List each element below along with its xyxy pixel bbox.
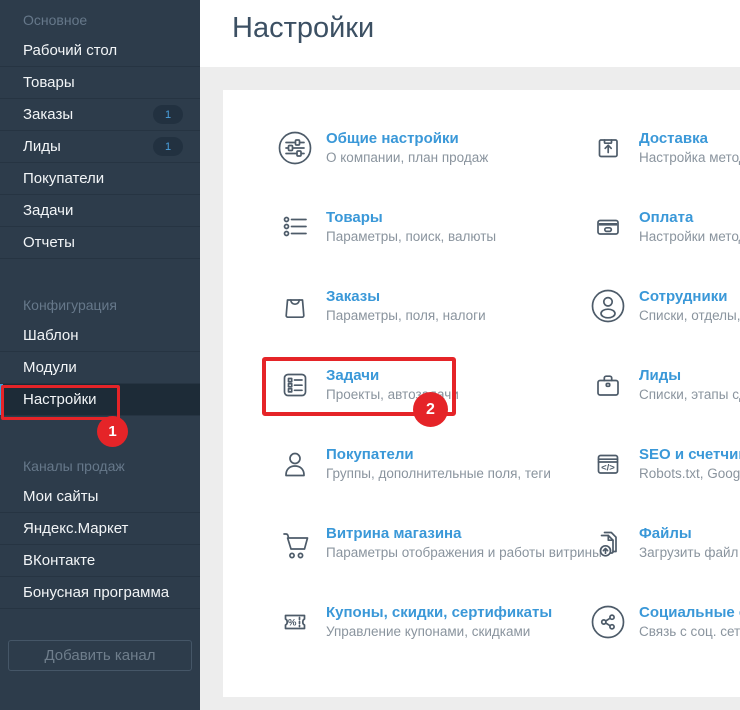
settings-item-subtitle: Настройки методов	[639, 229, 740, 244]
file-upload-icon	[590, 525, 626, 561]
sidebar-section-items: Мои сайты Яндекс.Маркет ВКонтакте Бонусн…	[0, 481, 200, 609]
briefcase-icon	[590, 367, 626, 403]
settings-item-title[interactable]: Доставка	[639, 130, 740, 147]
settings-item-title[interactable]: Общие настройки	[326, 130, 488, 147]
sidebar-item[interactable]: Яндекс.Маркет	[0, 513, 200, 545]
settings-item-title[interactable]: Витрина магазина	[326, 525, 602, 542]
delivery-box-icon	[590, 130, 626, 166]
credit-card-icon	[590, 209, 626, 245]
sidebar-item-label: Отчеты	[23, 234, 200, 251]
settings-item[interactable]: Лиды Списки, этапы сделк	[590, 345, 740, 424]
settings-item-subtitle: Параметры, поля, налоги	[326, 308, 486, 323]
sidebar-item-label: Заказы	[23, 106, 153, 123]
sidebar-item-label: Товары	[23, 74, 200, 91]
sidebar-item-label: Задачи	[23, 202, 200, 219]
settings-item-subtitle: Списки, этапы сделк	[639, 387, 740, 402]
settings-item[interactable]: Файлы Загрузить файл в ко	[590, 503, 740, 582]
settings-item-subtitle: О компании, план продаж	[326, 150, 488, 165]
sidebar-item[interactable]: Шаблон	[0, 320, 200, 352]
settings-item-subtitle: Связь с соц. сетями	[639, 624, 740, 639]
coupon-icon: %	[277, 604, 313, 640]
settings-item[interactable]: Доставка Настройка методов	[590, 108, 740, 187]
sidebar-item-label: Яндекс.Маркет	[23, 520, 200, 537]
settings-item-title[interactable]: Оплата	[639, 209, 740, 226]
sidebar-item[interactable]: Бонусная программа	[0, 577, 200, 609]
cart-icon	[277, 525, 313, 561]
sidebar-item[interactable]: Мои сайты	[0, 481, 200, 513]
bag-icon	[277, 288, 313, 324]
sidebar-item[interactable]: Модули	[0, 352, 200, 384]
sidebar-item[interactable]: Покупатели	[0, 163, 200, 195]
settings-item-subtitle: Настройка методов	[639, 150, 740, 165]
settings-item-title[interactable]: Лиды	[639, 367, 740, 384]
settings-item-title[interactable]: Купоны, скидки, сертификаты	[326, 604, 552, 621]
code-window-icon: </>	[590, 446, 626, 482]
sidebar-item-label: Модули	[23, 359, 200, 376]
sidebar-item-label: Бонусная программа	[23, 584, 200, 601]
sidebar-item[interactable]: Лиды 1	[0, 131, 200, 163]
sidebar-item-label: Мои сайты	[23, 488, 200, 505]
settings-item-title[interactable]: Файлы	[639, 525, 740, 542]
annotation-box-1	[1, 385, 120, 420]
sidebar-item[interactable]: Задачи	[0, 195, 200, 227]
share-icon	[590, 604, 626, 640]
sidebar-section-header: Конфигурация	[0, 289, 200, 320]
svg-text:</>: </>	[601, 462, 615, 473]
sidebar-item-label: Покупатели	[23, 170, 200, 187]
person-circle-icon	[590, 288, 626, 324]
page-title: Настройки	[232, 12, 374, 45]
svg-text:%: %	[288, 617, 297, 628]
settings-item-subtitle: Списки, отделы, рол	[639, 308, 740, 323]
settings-item[interactable]: % Купоны, скидки, сертификаты Управление…	[277, 582, 590, 661]
settings-item-title[interactable]: Покупатели	[326, 446, 551, 463]
settings-item-title[interactable]: SEO и счетчики	[639, 446, 740, 463]
add-channel-button[interactable]: Добавить канал	[8, 640, 192, 671]
settings-item-subtitle: Загрузить файл в ко	[639, 545, 740, 560]
settings-item[interactable]: </> SEO и счетчики Robots.txt, Google A	[590, 424, 740, 503]
settings-item-subtitle: Группы, дополнительные поля, теги	[326, 466, 551, 481]
settings-item[interactable]: Оплата Настройки методов	[590, 187, 740, 266]
annotation-step-2: 2	[413, 392, 448, 427]
sidebar-item[interactable]: Заказы 1	[0, 99, 200, 131]
sidebar-item-label: ВКонтакте	[23, 552, 200, 569]
count-badge: 1	[153, 137, 183, 156]
person-icon	[277, 446, 313, 482]
sidebar-section-header: Основное	[0, 4, 200, 35]
settings-item-subtitle: Управление купонами, скидками	[326, 624, 552, 639]
settings-item-subtitle: Robots.txt, Google A	[639, 466, 740, 481]
sidebar-item-label: Рабочий стол	[23, 42, 200, 59]
settings-item[interactable]: Покупатели Группы, дополнительные поля, …	[277, 424, 590, 503]
sidebar-item[interactable]: Рабочий стол	[0, 35, 200, 67]
main-content: Настройки Общие настройки О компании, пл…	[200, 0, 740, 710]
list-icon	[277, 209, 313, 245]
sidebar-item-label: Лиды	[23, 138, 153, 155]
sidebar-section-header: Каналы продаж	[0, 450, 200, 481]
settings-item[interactable]: Сотрудники Списки, отделы, рол	[590, 266, 740, 345]
sidebar-item[interactable]: Отчеты	[0, 227, 200, 259]
sidebar-item[interactable]: ВКонтакте	[0, 545, 200, 577]
settings-item-title[interactable]: Заказы	[326, 288, 486, 305]
settings-item[interactable]: Заказы Параметры, поля, налоги	[277, 266, 590, 345]
settings-item-title[interactable]: Сотрудники	[639, 288, 740, 305]
settings-item[interactable]: Товары Параметры, поиск, валюты	[277, 187, 590, 266]
settings-item-subtitle: Параметры, поиск, валюты	[326, 229, 496, 244]
sidebar-item[interactable]: Товары	[0, 67, 200, 99]
sliders-icon	[277, 130, 313, 166]
settings-item-subtitle: Параметры отображения и работы витрины	[326, 545, 602, 560]
sidebar-section: Основное Рабочий стол Товары Заказы 1 Ли…	[0, 4, 200, 259]
sidebar-section-items: Рабочий стол Товары Заказы 1 Лиды 1 Поку…	[0, 35, 200, 259]
settings-item[interactable]: Общие настройки О компании, план продаж	[277, 108, 590, 187]
settings-item-title[interactable]: Товары	[326, 209, 496, 226]
annotation-step-1: 1	[97, 416, 128, 447]
sidebar-section: Каналы продаж Мои сайты Яндекс.Маркет ВК…	[0, 450, 200, 609]
settings-item[interactable]: Витрина магазина Параметры отображения и…	[277, 503, 590, 582]
settings-item[interactable]: Социальные сет Связь с соц. сетями	[590, 582, 740, 661]
count-badge: 1	[153, 105, 183, 124]
sidebar-item-label: Шаблон	[23, 327, 200, 344]
settings-column-right: Доставка Настройка методов Оплата Настро…	[590, 108, 740, 661]
settings-item-title[interactable]: Социальные сет	[639, 604, 740, 621]
sidebar: Основное Рабочий стол Товары Заказы 1 Ли…	[0, 0, 200, 710]
